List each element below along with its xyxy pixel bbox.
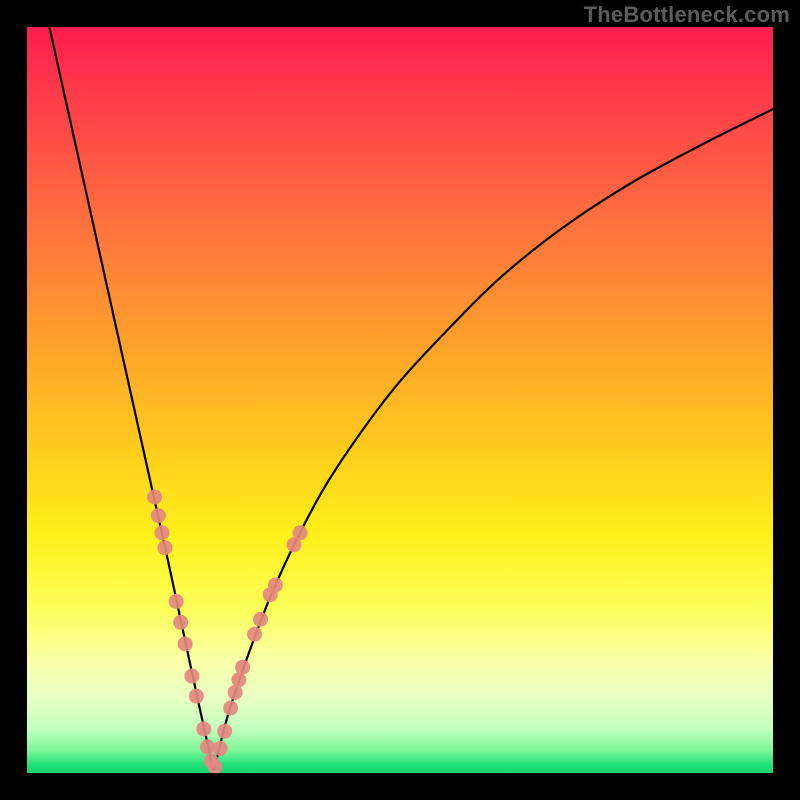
marker-dot <box>231 672 246 687</box>
chart-frame: TheBottleneck.com <box>0 0 800 800</box>
marker-dot <box>155 525 170 540</box>
marker-dot <box>173 615 188 630</box>
plot-area <box>27 27 773 773</box>
marker-dot <box>196 721 211 736</box>
marker-dot <box>268 578 283 593</box>
marker-dot <box>178 636 193 651</box>
marker-dot <box>228 685 243 700</box>
marker-dot <box>169 594 184 609</box>
marker-dot <box>184 669 199 684</box>
marker-dot <box>213 741 228 756</box>
bottleneck-curve-path <box>49 27 773 769</box>
marker-dot <box>247 627 262 642</box>
marker-dot <box>293 525 308 540</box>
marker-dot <box>151 508 166 523</box>
watermark-text: TheBottleneck.com <box>584 2 790 28</box>
highlight-markers <box>147 489 307 773</box>
marker-dot <box>253 612 268 627</box>
marker-dot <box>189 689 204 704</box>
marker-dot <box>223 701 238 716</box>
marker-dot <box>235 660 250 675</box>
marker-dot <box>200 739 215 754</box>
chart-svg <box>27 27 773 773</box>
marker-dot <box>147 489 162 504</box>
marker-dot <box>217 724 232 739</box>
marker-dot <box>158 540 173 555</box>
